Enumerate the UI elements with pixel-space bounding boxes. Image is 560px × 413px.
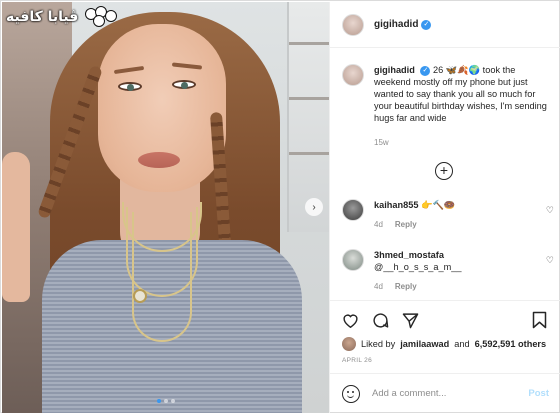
comment-text: 👉🔨🍩 — [421, 200, 456, 210]
post-side-panel: gigihadid ✓ gigihadid ✓ 26 🦋🍂🌍 took the … — [329, 2, 560, 413]
post-button[interactable]: Post — [528, 388, 549, 399]
avatar[interactable] — [342, 249, 364, 271]
left-eye — [118, 82, 142, 91]
heart-icon[interactable] — [341, 311, 359, 329]
header-username[interactable]: gigihadid — [374, 19, 418, 30]
comment-icon[interactable] — [371, 311, 389, 329]
heart-icon[interactable]: ♡ — [546, 205, 554, 216]
caption-emoji-1: 🦋 — [445, 65, 458, 75]
plus-circle-icon[interactable]: + — [435, 162, 453, 180]
comment-text: @__h_o_s_s_a_m__ — [374, 262, 462, 272]
lips — [138, 152, 180, 168]
avatar[interactable] — [342, 64, 364, 86]
likes-and: and — [454, 339, 470, 349]
watermark-text: ڤيابا كافيه — [6, 9, 79, 25]
comment-composer: Post — [330, 373, 560, 413]
comment-item: kaihan855 👉🔨🍩 4d Reply ♡ — [342, 199, 554, 229]
post-header: gigihadid ✓ — [330, 2, 560, 48]
caption-emoji-2: 🍂 — [457, 65, 469, 75]
reply-button[interactable]: Reply — [395, 220, 417, 229]
verified-badge-icon: ✓ — [421, 19, 432, 30]
share-icon[interactable] — [401, 311, 419, 329]
caption-timestamp[interactable]: 15w — [374, 138, 389, 147]
heart-icon[interactable]: ♡ — [546, 255, 554, 266]
eye-pendant — [133, 289, 147, 303]
actions-bar: Liked by jamilaawad and 6,592,591 others… — [330, 300, 560, 370]
chevron-right-icon[interactable]: › — [305, 198, 323, 216]
post-date[interactable]: APRIL 26 — [342, 357, 372, 364]
reply-button[interactable]: Reply — [395, 282, 417, 291]
watermark: ڤيابا كافيه — [6, 6, 119, 28]
background-shelf — [287, 2, 329, 232]
hand — [2, 152, 30, 302]
likes-prefix: Liked by — [361, 339, 396, 349]
post-photo[interactable]: ڤيابا كافيه › — [2, 2, 329, 413]
comment-username[interactable]: kaihan855 — [374, 200, 418, 210]
avatar[interactable] — [342, 337, 356, 351]
butterfly-logo-icon — [81, 6, 119, 28]
likes-count[interactable]: 6,592,591 others — [475, 339, 547, 349]
comment-item: 3hmed_mostafa @__h_o_s_s_a_m__ 4d Reply ♡ — [342, 249, 554, 291]
caption-text: gigihadid ✓ 26 🦋🍂🌍 took the weekend most… — [374, 64, 554, 124]
avatar[interactable] — [342, 199, 364, 221]
caption-emoji-3: 🌍 — [468, 65, 481, 75]
carousel-dots — [156, 399, 175, 403]
add-comment-input[interactable] — [372, 388, 529, 399]
caption-username[interactable]: gigihadid — [374, 65, 415, 75]
right-eye — [172, 80, 196, 89]
carousel-dot — [156, 399, 161, 403]
carousel-dot — [170, 399, 175, 403]
caption: gigihadid ✓ 26 🦋🍂🌍 took the weekend most… — [342, 64, 554, 124]
comment-username[interactable]: 3hmed_mostafa — [374, 250, 444, 260]
avatar[interactable] — [342, 13, 364, 36]
carousel-dot — [163, 399, 168, 403]
emoji-icon[interactable] — [342, 384, 360, 403]
comment-time[interactable]: 4d — [374, 282, 383, 291]
comment-time[interactable]: 4d — [374, 220, 383, 229]
likes-summary: Liked by jamilaawad and 6,592,591 others — [342, 337, 546, 351]
verified-badge-icon: ✓ — [420, 65, 431, 76]
post-modal: ڤيابا كافيه › gigihadid ✓ gigihadid ✓ 26 — [0, 0, 560, 413]
caption-number: 26 — [432, 65, 444, 75]
bookmark-icon[interactable] — [532, 311, 550, 329]
likes-user[interactable]: jamilaawad — [400, 339, 449, 349]
